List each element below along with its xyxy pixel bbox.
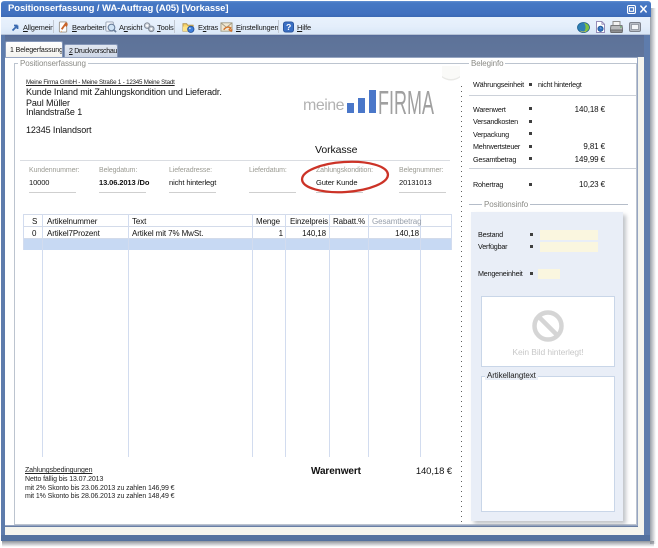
svg-text:?: ? — [286, 22, 291, 32]
